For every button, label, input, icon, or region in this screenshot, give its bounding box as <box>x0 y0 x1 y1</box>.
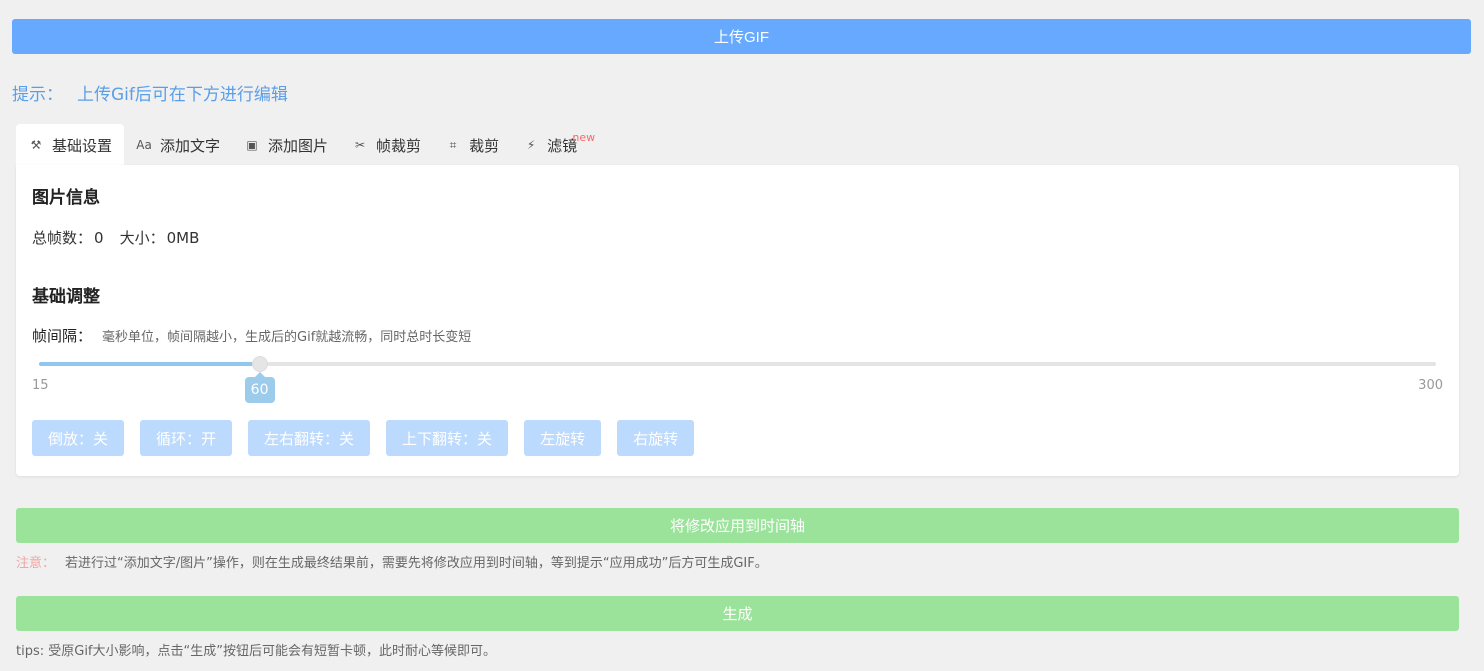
flip-vertical-button[interactable]: 上下翻转：关 <box>386 420 509 456</box>
tab-bar: ⚒ 基础设置 Aa 添加文字 ▣ 添加图片 ✂ 帧裁剪 ⌗ 裁剪 ⚡ 滤镜 ne… <box>16 124 595 166</box>
note-warning-label: 注意： <box>16 556 56 571</box>
flip-horizontal-button[interactable]: 左右翻转：关 <box>248 420 371 456</box>
tab-add-text[interactable]: Aa 添加文字 <box>124 124 232 166</box>
tab-label: 添加文字 <box>160 136 221 155</box>
slider-min-label: 15 <box>32 378 49 393</box>
tab-filters[interactable]: ⚡ 滤镜 new <box>511 124 595 166</box>
tab-label: 帧裁剪 <box>376 136 422 155</box>
image-info-line: 总帧数： 0 大小： 0MB <box>32 227 201 248</box>
tab-add-image[interactable]: ▣ 添加图片 <box>232 124 340 166</box>
image-info-title: 图片信息 <box>32 188 100 208</box>
hint-prefix: 提示： <box>12 85 63 105</box>
interval-label: 帧间隔： <box>32 327 93 345</box>
frame-interval: 帧间隔： 毫秒单位，帧间隔越小，生成后的Gif就越流畅，同时总时长变短 <box>32 325 471 346</box>
interval-description: 毫秒单位，帧间隔越小，生成后的Gif就越流畅，同时总时长变短 <box>102 330 472 345</box>
frames-label: 总帧数： <box>32 229 93 247</box>
tab-crop[interactable]: ⌗ 裁剪 <box>433 124 511 166</box>
frame-interval-slider[interactable]: 60 <box>39 356 1436 403</box>
scissors-icon: ✂ <box>355 138 366 152</box>
tab-basic-settings[interactable]: ⚒ 基础设置 <box>16 124 125 166</box>
image-icon: ▣ <box>246 138 258 152</box>
note-text: 若进行过“添加文字/图片”操作，则在生成最终结果前，需要先将修改应用到时间轴，等… <box>65 556 768 571</box>
hint: 提示： 上传Gif后可在下方进行编辑 <box>12 80 288 105</box>
magic-wand-icon: ⚡ <box>526 138 536 152</box>
loop-button[interactable]: 循环：开 <box>140 420 233 456</box>
size-value: 0MB <box>166 229 200 247</box>
option-buttons: 倒放：关 循环：开 左右翻转：关 上下翻转：关 左旋转 右旋转 <box>32 420 695 456</box>
tab-label: 基础设置 <box>52 136 113 155</box>
reverse-button[interactable]: 倒放：关 <box>32 420 125 456</box>
text-icon: Aa <box>136 138 152 152</box>
frames-value: 0 <box>94 229 104 247</box>
slider-fill <box>39 362 260 366</box>
slider-value-bubble: 60 <box>244 372 275 403</box>
tab-label: 添加图片 <box>268 136 329 155</box>
crop-icon: ⌗ <box>449 137 457 152</box>
tab-frame-trim[interactable]: ✂ 帧裁剪 <box>340 124 433 166</box>
generate-button[interactable]: 生成 <box>16 596 1459 631</box>
apply-note: 注意： 若进行过“添加文字/图片”操作，则在生成最终结果前，需要先将修改应用到时间… <box>16 552 768 571</box>
apply-to-timeline-button[interactable]: 将修改应用到时间轴 <box>16 508 1459 543</box>
upload-gif-button[interactable]: 上传GIF <box>12 19 1471 54</box>
tab-label: 裁剪 <box>469 136 500 155</box>
rotate-right-button[interactable]: 右旋转 <box>617 420 695 456</box>
settings-panel: 图片信息 总帧数： 0 大小： 0MB 基础调整 帧间隔： 毫秒单位，帧间隔越小，生成后… <box>16 165 1459 476</box>
new-badge: new <box>572 131 596 144</box>
rotate-left-button[interactable]: 左旋转 <box>524 420 602 456</box>
hammer-icon: ⚒ <box>30 138 42 152</box>
tips-text: tips: 受原Gif大小影响，点击“生成”按钮后可能会有短暂卡顿，此时耐心等候… <box>16 644 496 659</box>
basic-adjust-title: 基础调整 <box>32 287 100 307</box>
hint-text: 上传Gif后可在下方进行编辑 <box>77 85 288 105</box>
slider-thumb[interactable] <box>251 356 268 372</box>
slider-max-label: 300 <box>1418 378 1443 393</box>
size-label: 大小： <box>119 229 165 247</box>
